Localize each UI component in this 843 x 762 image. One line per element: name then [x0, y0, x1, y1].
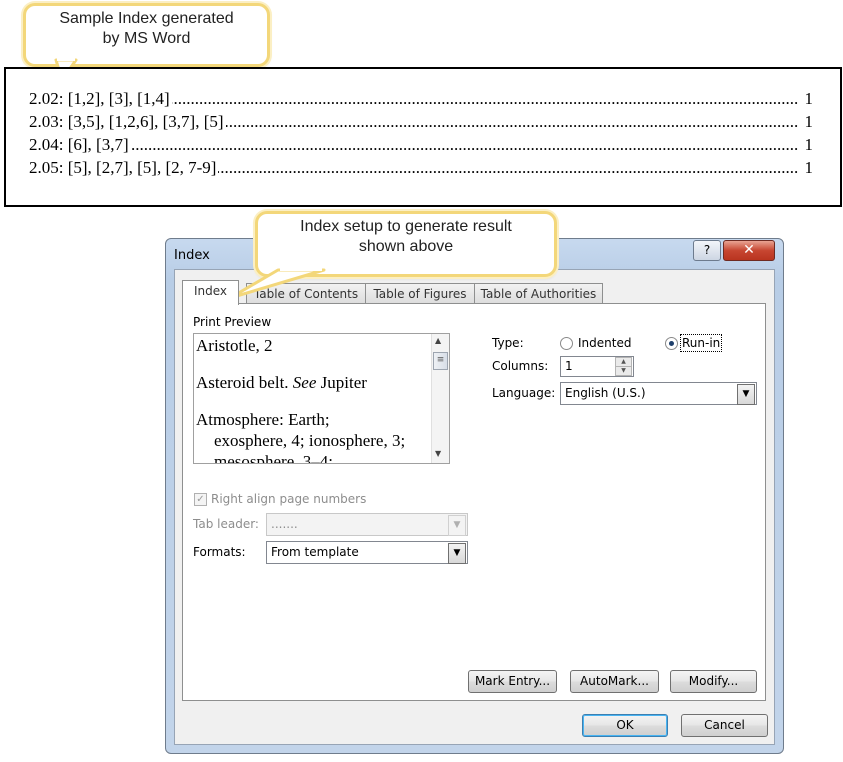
- modify-button[interactable]: Modify...: [670, 670, 757, 693]
- radio-indented[interactable]: [560, 337, 573, 350]
- automark-button[interactable]: AutoMark...: [570, 670, 659, 693]
- callout-setup-line1: Index setup to generate result: [300, 218, 512, 235]
- preview-line: Asteroid belt. See Jupiter: [196, 372, 432, 393]
- spin-down-icon[interactable]: ▼: [615, 366, 632, 376]
- index-line: ........................................…: [29, 111, 813, 133]
- index-entry: 2.04: [6], [3,7]: [29, 134, 131, 156]
- columns-label: Columns:: [492, 359, 549, 373]
- preview-line: Aristotle, 2: [196, 336, 273, 355]
- preview-line: exosphere, 4; ionosphere, 3;: [214, 431, 406, 450]
- preview-line: Atmosphere: Earth;: [196, 410, 330, 429]
- ok-button[interactable]: OK: [582, 714, 668, 737]
- formats-value: From template: [271, 545, 359, 559]
- index-line: ........................................…: [29, 88, 813, 110]
- index-tab-panel: Print Preview Aristotle, 2 Asteroid belt…: [182, 303, 766, 701]
- columns-value: 1: [565, 359, 573, 373]
- tab-table-of-figures[interactable]: Table of Figures: [365, 283, 475, 304]
- right-align-checkbox[interactable]: ✓: [194, 493, 207, 506]
- tab-leader-value: .......: [271, 517, 298, 531]
- print-preview-box[interactable]: Aristotle, 2 Asteroid belt. See Jupiter …: [193, 333, 450, 464]
- preview-line: mesosphere, 3–4;: [214, 452, 333, 464]
- index-page: 1: [802, 111, 813, 133]
- callout-setup-tail: [228, 268, 326, 300]
- preview-see-text: See: [292, 373, 317, 392]
- index-entry: 2.03: [3,5], [1,2,6], [3,7], [5]: [29, 111, 226, 133]
- cancel-button[interactable]: Cancel: [681, 714, 768, 737]
- chevron-down-icon[interactable]: ▼: [737, 384, 755, 405]
- sample-index-box: ........................................…: [4, 67, 842, 207]
- scroll-down-icon[interactable]: ▼: [435, 449, 441, 458]
- index-entry: 2.02: [1,2], [3], [1,4]: [29, 88, 172, 110]
- dialog-title: Index: [174, 248, 210, 263]
- chevron-down-icon[interactable]: ▼: [448, 543, 466, 564]
- formats-label: Formats:: [193, 545, 246, 559]
- right-align-label[interactable]: Right align page numbers: [211, 492, 366, 506]
- leader-dots: ........................................…: [29, 135, 799, 154]
- index-page: 1: [802, 157, 813, 179]
- index-page: 1: [802, 88, 813, 110]
- language-value: English (U.S.): [565, 386, 646, 400]
- index-line: ........................................…: [29, 134, 813, 156]
- radio-run-in[interactable]: [665, 337, 678, 350]
- callout-sample-line2: by MS Word: [102, 30, 191, 47]
- preview-text: Jupiter: [316, 373, 367, 392]
- tab-table-of-authorities[interactable]: Table of Authorities: [474, 283, 603, 304]
- type-label: Type:: [492, 336, 524, 350]
- print-preview-label: Print Preview: [193, 315, 272, 329]
- scroll-up-icon[interactable]: ▲: [435, 336, 441, 345]
- scroll-thumb[interactable]: ≡: [433, 352, 448, 370]
- help-button[interactable]: ?: [693, 240, 721, 261]
- tab-index[interactable]: Index: [182, 280, 239, 305]
- indented-label[interactable]: Indented: [578, 336, 631, 350]
- chevron-down-icon[interactable]: ▼: [448, 515, 466, 536]
- run-in-label[interactable]: Run-in: [679, 334, 723, 352]
- close-button[interactable]: ✕: [723, 240, 775, 261]
- language-label: Language:: [492, 386, 556, 400]
- preview-text: Asteroid belt.: [196, 373, 293, 392]
- callout-sample-line1: Sample Index generated: [59, 10, 234, 27]
- index-entry: 2.05: [5], [2,7], [5], [2, 7-9]: [29, 157, 219, 179]
- language-select[interactable]: English (U.S.) ▼: [560, 382, 757, 405]
- tab-leader-select[interactable]: ....... ▼: [266, 513, 468, 536]
- index-page: 1: [802, 134, 813, 156]
- tab-leader-label: Tab leader:: [193, 517, 259, 531]
- index-dialog: Index ? ✕ Index Table of Contents Table …: [165, 238, 784, 754]
- mark-entry-button[interactable]: Mark Entry...: [468, 670, 557, 693]
- preview-scrollbar[interactable]: ▲ ≡ ▼: [431, 334, 449, 463]
- formats-select[interactable]: From template ▼: [266, 541, 468, 564]
- index-line: ........................................…: [29, 157, 813, 179]
- dialog-client-area: Index Table of Contents Table of Figures…: [174, 269, 775, 745]
- columns-spinner[interactable]: 1 ▲ ▼: [560, 356, 634, 377]
- callout-setup-line2: shown above: [358, 238, 454, 255]
